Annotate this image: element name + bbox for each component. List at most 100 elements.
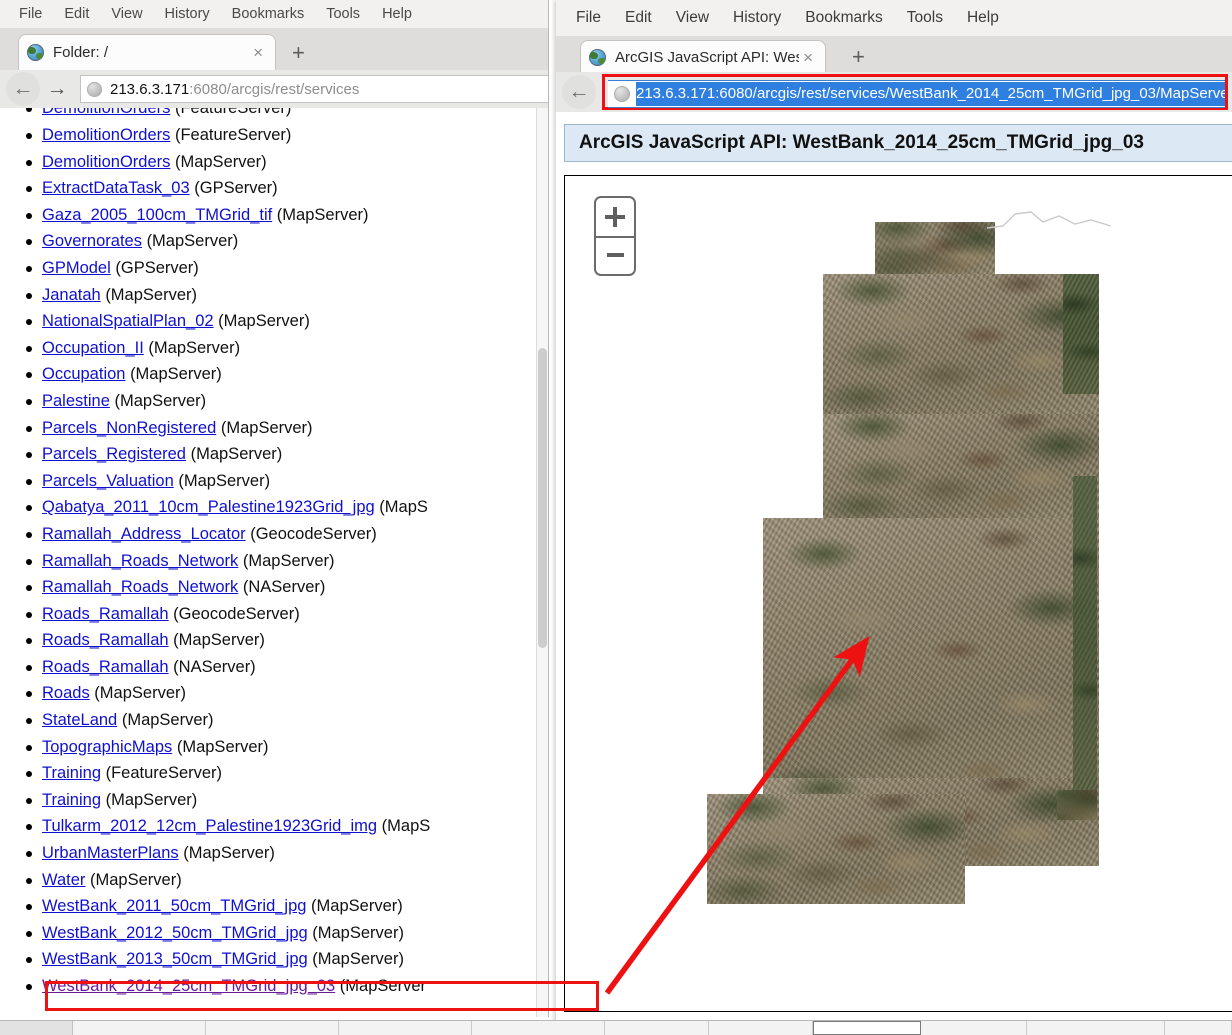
service-link[interactable]: GPModel xyxy=(42,259,111,277)
new-tab-button[interactable]: + xyxy=(852,46,865,68)
back-button[interactable]: ← xyxy=(562,75,596,109)
list-item[interactable]: Roads_Ramallah (MapServer) xyxy=(0,627,537,654)
service-link[interactable]: Governorates xyxy=(42,232,142,250)
forward-button[interactable]: → xyxy=(40,72,74,106)
service-link[interactable]: Training xyxy=(42,791,101,809)
zoom-out-button[interactable] xyxy=(596,236,634,274)
service-link[interactable]: Roads_Ramallah xyxy=(42,631,169,649)
menu-bookmarks[interactable]: Bookmarks xyxy=(793,7,895,29)
list-item[interactable]: DemolitionOrders (FeatureServer) xyxy=(0,122,537,149)
service-link[interactable]: Roads xyxy=(42,684,90,702)
service-link[interactable]: Palestine xyxy=(42,392,110,410)
list-item[interactable]: Janatah (MapServer) xyxy=(0,282,537,309)
service-link[interactable]: TopographicMaps xyxy=(42,738,172,756)
taskbar-item-active[interactable] xyxy=(813,1021,921,1035)
list-item[interactable]: Governorates (MapServer) xyxy=(0,228,537,255)
zoom-in-button[interactable] xyxy=(596,198,634,236)
service-link[interactable]: Parcels_Registered xyxy=(42,445,186,463)
list-item[interactable]: Water (MapServer) xyxy=(0,867,537,894)
list-item[interactable]: Qabatya_2011_10cm_Palestine1923Grid_jpg … xyxy=(0,494,537,521)
address-bar[interactable]: 213.6.3.171:6080/arcgis/rest/services xyxy=(80,75,549,103)
menu-file[interactable]: File xyxy=(8,4,53,24)
taskbar-item[interactable] xyxy=(339,1021,472,1035)
list-item[interactable]: Roads_Ramallah (NAServer) xyxy=(0,654,537,681)
taskbar-item[interactable] xyxy=(1165,1021,1232,1035)
menu-history[interactable]: History xyxy=(721,7,793,29)
menu-tools[interactable]: Tools xyxy=(315,4,371,24)
list-item[interactable]: Occupation_II (MapServer) xyxy=(0,335,537,362)
taskbar-item[interactable] xyxy=(921,1021,1027,1035)
service-link[interactable]: UrbanMasterPlans xyxy=(42,844,179,862)
list-item[interactable]: Roads_Ramallah (GeocodeServer) xyxy=(0,601,537,628)
service-link[interactable]: NationalSpatialPlan_02 xyxy=(42,312,214,330)
list-item[interactable]: Parcels_NonRegistered (MapServer) xyxy=(0,415,537,442)
menu-bookmarks[interactable]: Bookmarks xyxy=(221,4,316,24)
service-link[interactable]: Ramallah_Roads_Network xyxy=(42,578,238,596)
list-item[interactable]: Parcels_Registered (MapServer) xyxy=(0,441,537,468)
address-bar[interactable]: 213.6.3.171:6080/arcgis/rest/services/We… xyxy=(608,80,1225,108)
service-link[interactable]: Parcels_NonRegistered xyxy=(42,419,216,437)
service-link[interactable]: ExtractDataTask_03 xyxy=(42,179,190,197)
url-selected-text[interactable]: 213.6.3.171:6080/arcgis/rest/services/We… xyxy=(636,82,1225,106)
service-link[interactable]: Occupation_II xyxy=(42,339,144,357)
service-link[interactable]: Roads_Ramallah xyxy=(42,605,169,623)
menu-help[interactable]: Help xyxy=(371,4,423,24)
taskbar-item[interactable] xyxy=(1027,1021,1165,1035)
taskbar-item[interactable] xyxy=(73,1021,206,1035)
close-icon[interactable]: × xyxy=(249,44,267,61)
taskbar-start-button[interactable] xyxy=(0,1021,73,1035)
list-item[interactable]: TopographicMaps (MapServer) xyxy=(0,734,537,761)
service-link[interactable]: Janatah xyxy=(42,286,101,304)
taskbar-item[interactable] xyxy=(605,1021,709,1035)
list-item[interactable]: Ramallah_Address_Locator (GeocodeServer) xyxy=(0,521,537,548)
scrollbar-thumb[interactable] xyxy=(538,348,547,648)
menu-file[interactable]: File xyxy=(564,7,613,29)
service-link[interactable]: DemolitionOrders xyxy=(42,126,170,144)
list-item[interactable]: NationalSpatialPlan_02 (MapServer) xyxy=(0,308,537,335)
zoom-controls[interactable] xyxy=(594,196,636,276)
list-item[interactable]: Ramallah_Roads_Network (NAServer) xyxy=(0,574,537,601)
list-item[interactable]: Parcels_Valuation (MapServer) xyxy=(0,468,537,495)
list-item[interactable]: Training (FeatureServer) xyxy=(0,760,537,787)
tab-arcgis-js-api[interactable]: ArcGIS JavaScript API: Wes… × xyxy=(580,40,826,74)
list-item[interactable]: Occupation (MapServer) xyxy=(0,361,537,388)
menu-help[interactable]: Help xyxy=(955,7,1011,29)
list-item[interactable]: DemolitionOrders (MapServer) xyxy=(0,149,537,176)
list-item[interactable]: StateLand (MapServer) xyxy=(0,707,537,734)
menu-view[interactable]: View xyxy=(664,7,721,29)
list-item[interactable]: GPModel (GPServer) xyxy=(0,255,537,282)
service-link[interactable]: StateLand xyxy=(42,711,117,729)
service-link[interactable]: WestBank_2013_50cm_TMGrid_jpg xyxy=(42,950,308,968)
menu-view[interactable]: View xyxy=(100,4,153,24)
list-item[interactable]: Ramallah_Roads_Network (MapServer) xyxy=(0,548,537,575)
list-item[interactable]: ExtractDataTask_03 (GPServer) xyxy=(0,175,537,202)
close-icon[interactable]: × xyxy=(799,49,817,66)
service-link[interactable]: WestBank_2011_50cm_TMGrid_jpg xyxy=(42,897,306,915)
service-link[interactable]: Ramallah_Address_Locator xyxy=(42,525,246,543)
list-item[interactable]: Training (MapServer) xyxy=(0,787,537,814)
service-link[interactable]: DemolitionOrders xyxy=(42,153,170,171)
service-link[interactable]: Roads_Ramallah xyxy=(42,658,169,676)
list-item[interactable]: DemolitionOrders (FeatureServer) xyxy=(0,108,537,122)
menu-tools[interactable]: Tools xyxy=(895,7,955,29)
menu-edit[interactable]: Edit xyxy=(53,4,100,24)
list-item[interactable]: Roads (MapServer) xyxy=(0,680,537,707)
list-item[interactable]: WestBank_2013_50cm_TMGrid_jpg (MapServer… xyxy=(0,946,537,973)
service-link[interactable]: WestBank_2012_50cm_TMGrid_jpg xyxy=(42,924,308,942)
list-item[interactable]: WestBank_2012_50cm_TMGrid_jpg (MapServer… xyxy=(0,920,537,947)
service-link[interactable]: DemolitionOrders xyxy=(42,108,170,117)
back-button[interactable]: ← xyxy=(6,72,40,106)
list-item[interactable]: UrbanMasterPlans (MapServer) xyxy=(0,840,537,867)
service-link[interactable]: Training xyxy=(42,764,101,782)
service-link[interactable]: Tulkarm_2012_12cm_Palestine1923Grid_img xyxy=(42,817,377,835)
taskbar-item[interactable] xyxy=(206,1021,339,1035)
map-viewport[interactable] xyxy=(564,175,1232,1012)
service-link[interactable]: Occupation xyxy=(42,365,125,383)
list-item[interactable]: WestBank_2011_50cm_TMGrid_jpg (MapServer… xyxy=(0,893,537,920)
service-link[interactable]: Gaza_2005_100cm_TMGrid_tif xyxy=(42,206,272,224)
service-link[interactable]: Qabatya_2011_10cm_Palestine1923Grid_jpg xyxy=(42,498,375,516)
service-link[interactable]: Water xyxy=(42,871,85,889)
taskbar-item[interactable] xyxy=(709,1021,813,1035)
list-item[interactable]: Gaza_2005_100cm_TMGrid_tif (MapServer) xyxy=(0,202,537,229)
list-item[interactable]: Palestine (MapServer) xyxy=(0,388,537,415)
